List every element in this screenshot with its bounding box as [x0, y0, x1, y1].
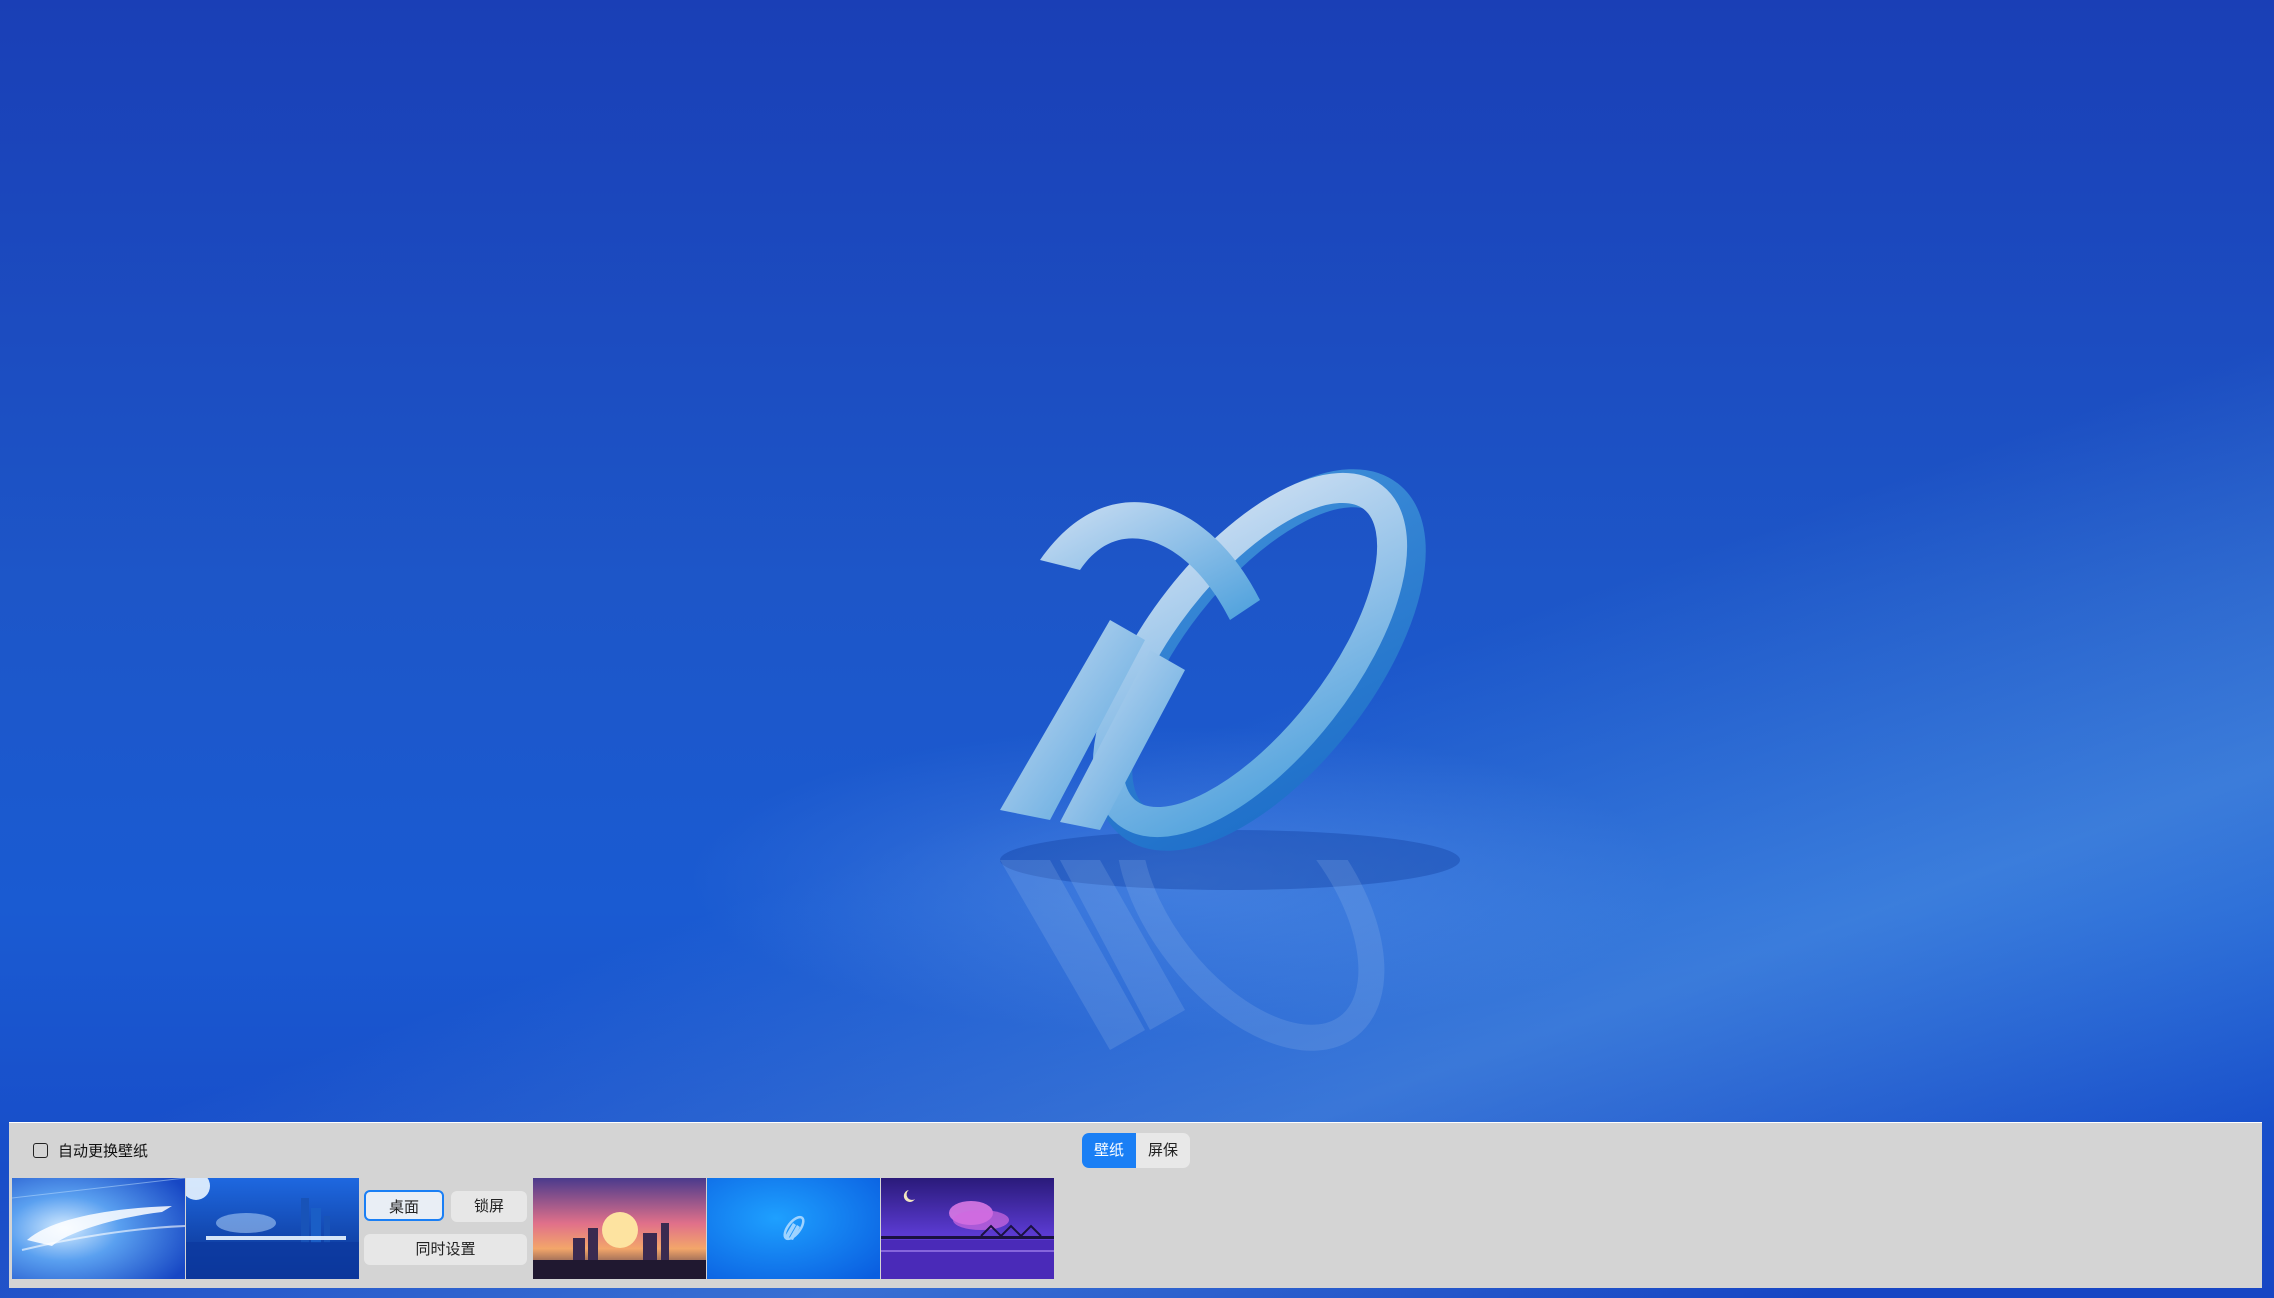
checkbox-icon[interactable]	[33, 1143, 48, 1158]
tab-wallpaper[interactable]: 壁纸	[1082, 1133, 1136, 1168]
desktop-wallpaper	[0, 0, 2274, 1298]
wallpaper-thumbnail-night-bridge[interactable]	[881, 1178, 1054, 1279]
x-logo-icon	[1000, 469, 1460, 890]
tab-screensaver[interactable]: 屏保	[1136, 1133, 1190, 1168]
mode-switch: 壁纸 屏保	[1082, 1133, 1190, 1168]
wallpaper-thumbnail-city-train[interactable]	[186, 1178, 359, 1279]
wallpaper-thumbnail-bullet-train[interactable]	[12, 1178, 185, 1279]
set-desktop-button[interactable]: 桌面	[364, 1190, 444, 1221]
logo-reflection-icon	[1000, 860, 1385, 1051]
set-both-button[interactable]: 同时设置	[364, 1234, 527, 1265]
wallpaper-settings-panel: 自动更换壁纸 壁纸 屏保 桌面 锁屏 同时设置	[9, 1122, 2262, 1288]
auto-change-wallpaper-checkbox[interactable]: 自动更换壁纸	[33, 1140, 148, 1161]
wallpaper-thumbnail-blue-logo[interactable]	[707, 1178, 880, 1279]
wallpaper-thumbnail-sunset-city[interactable]	[533, 1178, 706, 1279]
set-lockscreen-button[interactable]: 锁屏	[451, 1191, 527, 1222]
auto-change-label: 自动更换壁纸	[58, 1142, 149, 1160]
